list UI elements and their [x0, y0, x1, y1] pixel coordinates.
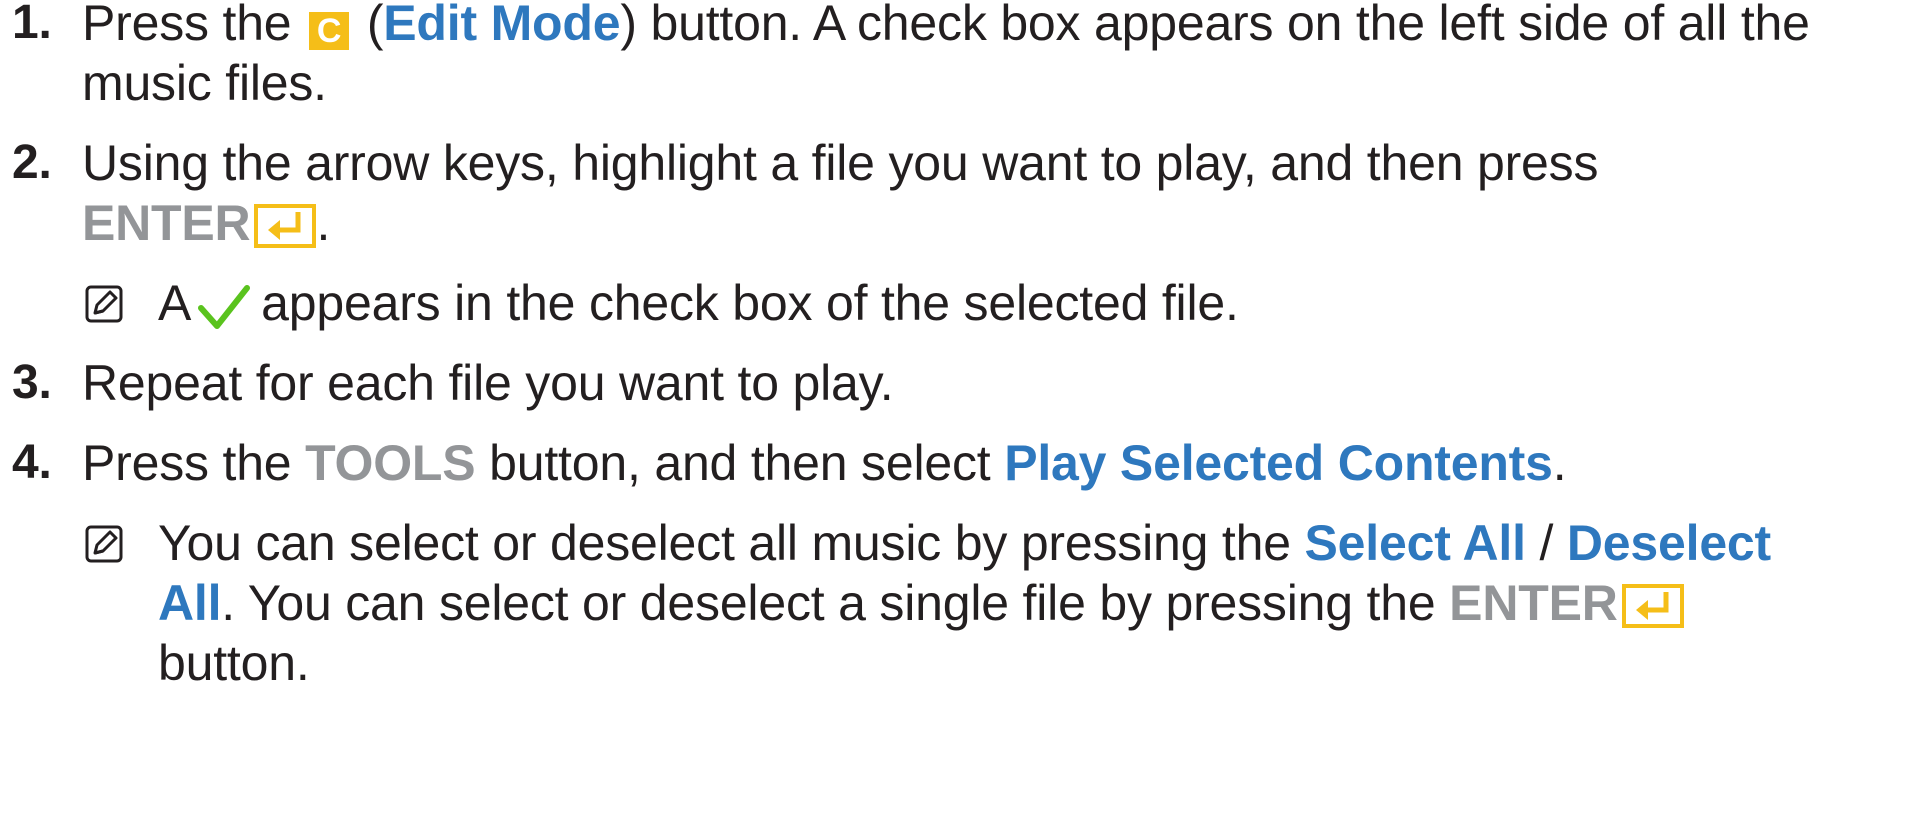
- select-all-link: Select All: [1304, 515, 1526, 571]
- note-pencil-icon: [85, 285, 123, 323]
- deselect-all-link: All: [158, 575, 222, 631]
- yellow-c-key-icon: C: [309, 12, 350, 50]
- step-number: 2.: [12, 136, 52, 189]
- note-pencil-icon: [85, 525, 123, 563]
- enter-key-label: ENTER: [82, 195, 251, 251]
- instruction-page: 1. Press the C (Edit Mode) button. A che…: [0, 0, 1922, 837]
- step-number: 4.: [12, 436, 52, 489]
- tools-key-label: TOOLS: [305, 435, 476, 491]
- step-number: 1.: [12, 0, 52, 49]
- step-number: 3.: [12, 356, 52, 409]
- green-checkmark-icon: [198, 285, 251, 329]
- enter-key-icon: [254, 204, 317, 248]
- deselect-all-link: Deselect: [1566, 515, 1771, 571]
- edit-mode-link: Edit Mode: [383, 0, 621, 51]
- enter-key-icon: [1621, 584, 1684, 628]
- enter-key-label: ENTER: [1449, 575, 1618, 631]
- play-selected-contents-link: Play Selected Contents: [1004, 435, 1553, 491]
- step-text: Press the: [82, 0, 292, 51]
